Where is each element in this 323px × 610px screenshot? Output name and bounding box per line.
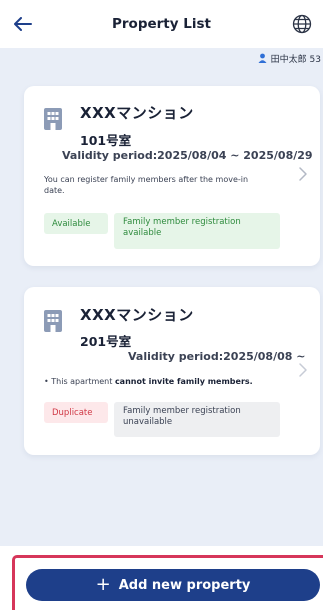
invite-note-emphasis: cannot invite family members. [114, 377, 253, 386]
property-card[interactable]: XXXマンション 101号室 Validity period:2025/08/0… [24, 86, 320, 266]
chevron-right-icon[interactable] [298, 362, 308, 378]
user-name: 田中太郎 53 [270, 54, 321, 65]
user-info: 田中太郎 53 [258, 50, 321, 66]
property-name: XXXマンション [80, 104, 194, 122]
property-name: XXXマンション [80, 306, 194, 324]
room-number: 101号室 [80, 133, 132, 148]
validity-period: Validity period:2025/08/08 ~ [128, 350, 306, 363]
globe-icon[interactable] [291, 13, 313, 35]
family-registration-badge: Family member registration available [114, 213, 280, 249]
add-property-label: Add new property [118, 577, 251, 593]
status-badge: Available [44, 213, 108, 234]
invite-note: • This apartment cannot invite family me… [44, 376, 294, 387]
add-property-button[interactable]: + Add new property [26, 569, 320, 601]
user-icon [258, 53, 267, 63]
building-icon [44, 310, 62, 332]
family-registration-badge: Family member registration unavailable [114, 402, 280, 437]
room-number: 201号室 [80, 334, 132, 349]
app-header: Property List [0, 0, 323, 48]
property-card[interactable]: XXXマンション 201号室 Validity period:2025/08/0… [24, 287, 320, 455]
back-arrow-icon[interactable] [12, 14, 34, 34]
building-icon [44, 108, 62, 130]
invite-note-text: • This apartment [44, 377, 115, 386]
status-badge: Duplicate [44, 402, 108, 423]
validity-period: Validity period:2025/08/04 ~ 2025/08/29 [62, 149, 313, 162]
registration-note: You can register family members after th… [44, 175, 249, 195]
chevron-right-icon[interactable] [298, 166, 308, 182]
plus-icon: + [95, 574, 111, 595]
page-title: Property List [112, 16, 211, 32]
